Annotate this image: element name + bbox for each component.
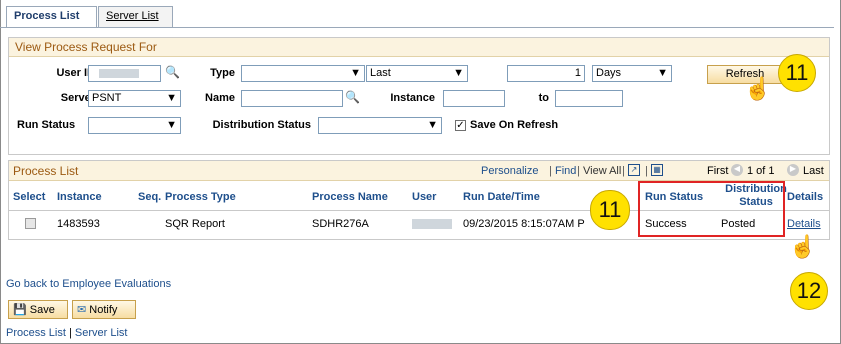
name-input[interactable]	[241, 90, 343, 107]
type-label: Type	[210, 67, 235, 79]
last-select[interactable]: Last ▼	[366, 65, 468, 82]
next-icon[interactable]: ▶	[787, 164, 799, 176]
chevron-down-icon: ▼	[657, 67, 668, 79]
name-lookup-icon[interactable]: 🔍	[345, 90, 360, 104]
grid-title: Process List	[13, 164, 79, 178]
server-value: PSNT	[92, 92, 122, 104]
user-id-input[interactable]	[88, 65, 161, 82]
view-process-request-panel: View Process Request For User ID 🔍 Type …	[8, 37, 830, 155]
bottom-nav: Process List | Server List	[6, 327, 127, 339]
last-value: Last	[370, 67, 391, 79]
save-button[interactable]: 💾 Save	[8, 300, 68, 319]
redacted-user	[412, 219, 452, 229]
run-status-label: Run Status	[17, 119, 76, 131]
tab-server-list[interactable]: Server List	[98, 6, 173, 27]
save-label: Save	[29, 304, 55, 316]
notify-label: Notify	[89, 304, 118, 316]
instance-from-input[interactable]	[443, 90, 505, 107]
save-on-refresh-label: Save On Refresh	[470, 119, 559, 131]
grid-header: Process List Personalize | Find | View A…	[9, 161, 829, 181]
tab-divider	[0, 27, 834, 28]
chevron-down-icon: ▼	[166, 119, 177, 131]
row-process-name: SDHR276A	[312, 218, 369, 230]
user-id-lookup-icon[interactable]: 🔍	[165, 65, 180, 79]
server-select[interactable]: PSNT ▼	[88, 90, 181, 107]
row-select-checkbox[interactable]	[25, 218, 36, 229]
chevron-down-icon: ▼	[453, 67, 464, 79]
pointer-hand-icon: ☝	[744, 76, 772, 101]
sep-4: |	[645, 165, 648, 177]
callout-12-details: 12	[790, 272, 828, 310]
distribution-status-select[interactable]: ▼	[318, 117, 442, 134]
row-instance: 1483593	[57, 218, 100, 230]
row-details-link[interactable]: Details	[787, 218, 821, 230]
panel-header: View Process Request For	[9, 38, 829, 57]
chevron-down-icon: ▼	[166, 92, 177, 104]
save-on-refresh-checkbox[interactable]: ✓	[455, 120, 466, 131]
col-instance[interactable]: Instance	[57, 191, 102, 204]
col-seq[interactable]: Seq.	[138, 191, 161, 204]
instance-to-input[interactable]	[555, 90, 623, 107]
sep-3: |	[622, 165, 625, 177]
go-back-link[interactable]: Go back to Employee Evaluations	[6, 278, 171, 290]
sep-1: |	[549, 165, 552, 177]
col-process-type[interactable]: Process Type	[165, 191, 236, 204]
col-run-datetime[interactable]: Run Date/Time	[463, 191, 540, 204]
row-run-datetime: 09/23/2015 8:15:07AM P	[463, 218, 585, 230]
last-label: Last	[803, 165, 824, 177]
callout-11-status: 11	[590, 190, 630, 230]
server-label: Server	[60, 92, 95, 104]
row-process-type: SQR Report	[165, 218, 225, 230]
redacted-user-id	[99, 69, 139, 78]
notify-button[interactable]: ✉ Notify	[72, 300, 136, 319]
sep-2: |	[577, 165, 580, 177]
callout-11-refresh: 11	[778, 54, 816, 92]
col-process-name[interactable]: Process Name	[312, 191, 388, 204]
floppy-disk-icon: 💾	[13, 304, 27, 316]
count-input[interactable]: 1	[507, 65, 585, 82]
col-user[interactable]: User	[412, 191, 436, 204]
to-label: to	[538, 92, 549, 104]
chevron-down-icon: ▼	[350, 67, 361, 79]
bottom-server-list-link[interactable]: Server List	[75, 327, 128, 339]
distribution-status-label: Distribution Status	[212, 119, 311, 131]
col-details: Details	[787, 191, 824, 203]
run-status-select[interactable]: ▼	[88, 117, 181, 134]
type-select[interactable]: ▼	[241, 65, 365, 82]
download-grid-icon[interactable]: ▦	[651, 164, 663, 176]
first-label: First	[707, 165, 729, 177]
find-link[interactable]: Find	[555, 165, 576, 177]
col-select: Select	[13, 191, 46, 203]
days-select[interactable]: Days ▼	[592, 65, 672, 82]
status-highlight-box	[638, 181, 785, 237]
name-label: Name	[205, 92, 235, 104]
bottom-separator: |	[68, 327, 72, 339]
row-range: 1 of 1	[747, 165, 775, 177]
bottom-process-list-link[interactable]: Process List	[6, 327, 66, 339]
tab-process-list[interactable]: Process List	[6, 6, 97, 27]
pointer-hand-icon: ☝	[789, 234, 817, 259]
new-window-icon[interactable]: ↗	[628, 164, 640, 176]
personalize-link[interactable]: Personalize	[481, 165, 538, 177]
days-value: Days	[596, 67, 622, 79]
instance-label: Instance	[390, 92, 435, 104]
view-all-link[interactable]: View All	[583, 165, 621, 177]
previous-icon[interactable]: ◀	[731, 164, 743, 176]
notify-icon: ✉	[77, 304, 87, 316]
chevron-down-icon: ▼	[427, 119, 438, 131]
